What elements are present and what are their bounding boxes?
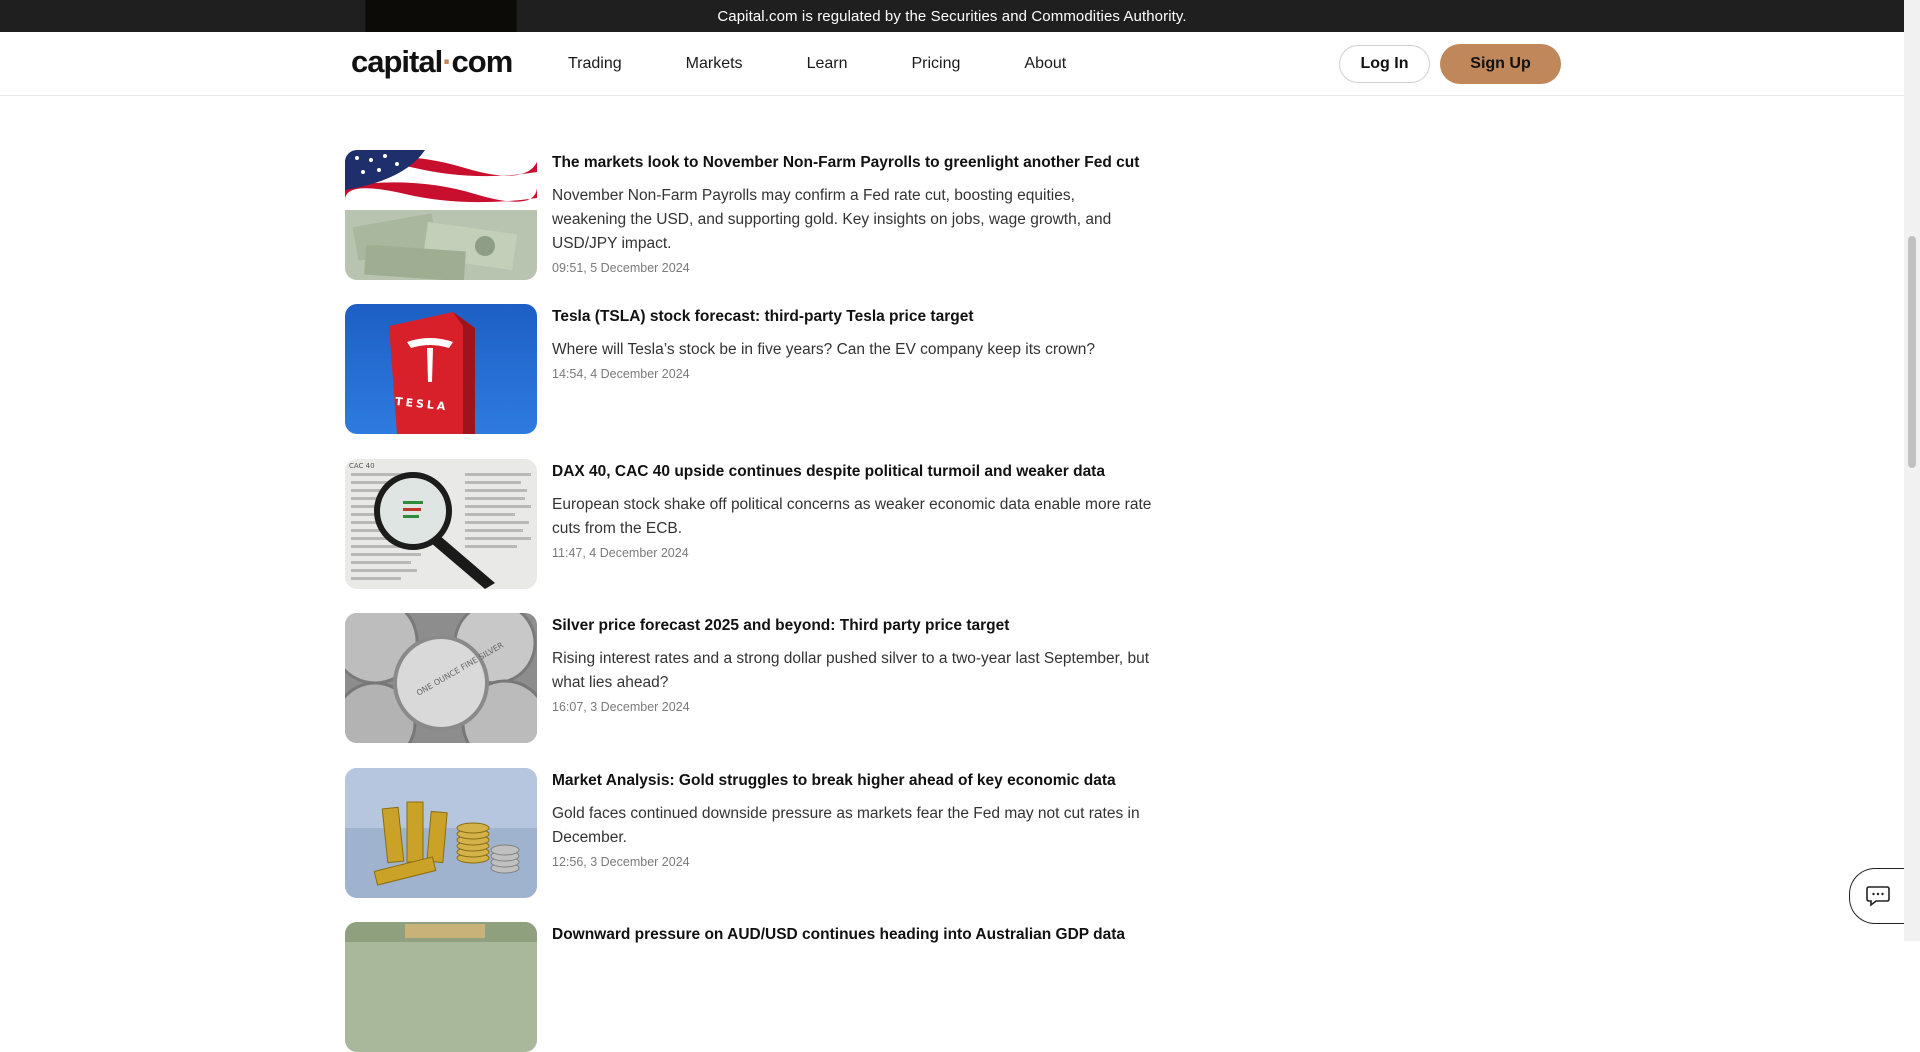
article-description: Gold faces continued downside pressure a…	[552, 805, 1140, 846]
logo-text-right: com	[451, 44, 514, 79]
page-scrollbar[interactable]	[1904, 0, 1920, 941]
article-title[interactable]: Downward pressure on AUD/USD continues h…	[552, 925, 1152, 945]
news-article[interactable]: ONE OUNCE FINE SILVER Silver price forec…	[345, 613, 1149, 743]
article-description: European stock shake off political conce…	[552, 496, 1152, 537]
article-timestamp: 11:47, 4 December 2024	[552, 546, 689, 560]
scrollbar-thumb[interactable]	[1908, 236, 1916, 468]
logo-text-left: capital	[351, 44, 443, 79]
regulation-banner: Capital.com is regulated by the Securiti…	[0, 0, 1904, 32]
signup-button[interactable]: Sign Up	[1440, 44, 1561, 84]
nav-item-markets[interactable]: Markets	[686, 55, 743, 73]
news-article[interactable]: TESLA Tesla (TSLA) stock forecast: third…	[345, 304, 1145, 434]
us-flag-dollars-image	[345, 150, 537, 280]
article-description: Where will Tesla’s stock be in five year…	[552, 341, 1096, 358]
magnifier-newspaper-image: CAC 40	[345, 459, 537, 589]
article-timestamp: 09:51, 5 December 2024	[552, 261, 690, 275]
gold-bars-image	[345, 768, 537, 898]
main-nav: Trading Markets Learn Pricing About	[568, 32, 1130, 95]
news-article[interactable]: CAC 40 DAX 40, CAC 40 upside continues d…	[345, 459, 1151, 589]
article-timestamp: 12:56, 3 December 2024	[552, 855, 690, 869]
nav-item-pricing[interactable]: Pricing	[911, 55, 960, 73]
login-button[interactable]: Log In	[1339, 45, 1430, 83]
article-title[interactable]: Silver price forecast 2025 and beyond: T…	[552, 616, 1152, 636]
chat-widget-button[interactable]	[1849, 868, 1911, 924]
article-thumbnail[interactable]	[345, 150, 537, 280]
tesla-sign-image: TESLA	[345, 304, 537, 434]
article-description: November Non-Farm Payrolls may confirm a…	[552, 187, 1112, 252]
article-thumbnail[interactable]	[345, 922, 537, 1052]
article-title[interactable]: Market Analysis: Gold struggles to break…	[552, 771, 1152, 791]
article-title[interactable]: Tesla (TSLA) stock forecast: third-party…	[552, 307, 1152, 327]
article-description: Rising interest rates and a strong dolla…	[552, 650, 1150, 691]
news-article[interactable]: Market Analysis: Gold struggles to break…	[345, 768, 1145, 898]
cac-label-text: CAC 40	[349, 462, 375, 470]
article-thumbnail[interactable]	[345, 768, 537, 898]
news-article[interactable]: The markets look to November Non-Farm Pa…	[345, 150, 1145, 280]
silver-coins-image: ONE OUNCE FINE SILVER	[345, 613, 537, 743]
capital-com-logo[interactable]: capital·com	[351, 44, 514, 80]
article-thumbnail[interactable]: CAC 40	[345, 459, 537, 589]
chat-bubble-icon	[1865, 886, 1890, 907]
article-thumbnail[interactable]: TESLA	[345, 304, 537, 434]
article-timestamp: 16:07, 3 December 2024	[552, 700, 690, 714]
site-header: capital·com Trading Markets Learn Pricin…	[0, 32, 1904, 96]
article-thumbnail[interactable]: ONE OUNCE FINE SILVER	[345, 613, 537, 743]
news-article[interactable]: Downward pressure on AUD/USD continues h…	[345, 922, 1145, 1052]
aud-banknotes-image	[345, 922, 537, 1052]
article-title[interactable]: The markets look to November Non-Farm Pa…	[552, 153, 1152, 173]
article-title[interactable]: DAX 40, CAC 40 upside continues despite …	[552, 462, 1152, 482]
nav-item-learn[interactable]: Learn	[807, 55, 848, 73]
logo-dot: ·	[442, 44, 452, 79]
nav-item-trading[interactable]: Trading	[568, 55, 622, 73]
nav-item-about[interactable]: About	[1024, 55, 1066, 73]
regulation-banner-text: Capital.com is regulated by the Securiti…	[717, 7, 1187, 25]
article-timestamp: 14:54, 4 December 2024	[552, 367, 690, 381]
